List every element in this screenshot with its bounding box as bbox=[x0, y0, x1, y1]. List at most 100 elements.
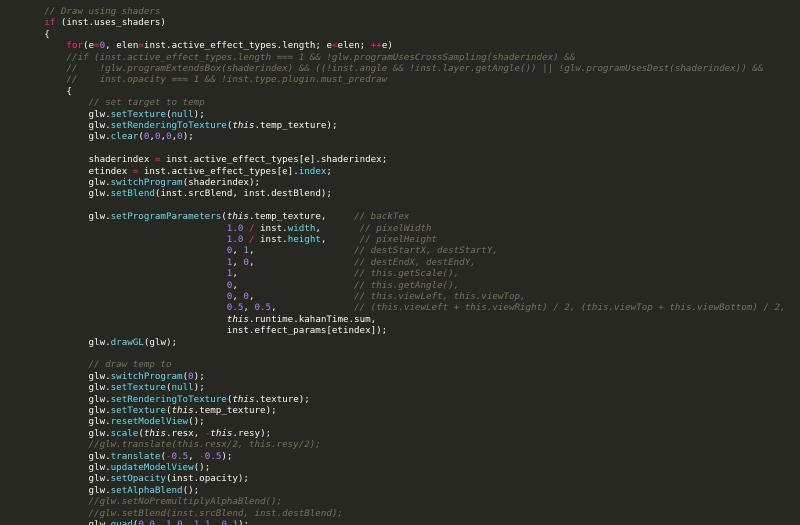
code-token: 1.0 bbox=[226, 234, 244, 245]
code-token: setBlend bbox=[110, 188, 155, 200]
code-line: 1.0 / inst.width, // pixelWidth bbox=[0, 223, 432, 234]
code-token: // this.viewLeft, this.viewTop, bbox=[354, 291, 526, 302]
code-token: glw. bbox=[0, 120, 111, 131]
code-token: glw. bbox=[0, 473, 111, 485]
code-token: (inst.srcBlend, inst.destBlend); bbox=[154, 188, 332, 200]
code-line: glw.setTexture(null); bbox=[0, 382, 205, 393]
code-token: ); bbox=[238, 519, 250, 525]
code-token: glw. bbox=[0, 131, 111, 143]
code-token: elen; bbox=[337, 40, 371, 52]
code-token: (shaderindex); bbox=[182, 177, 261, 188]
code-token: glw. bbox=[0, 108, 111, 120]
code-line: 0, // this.getAngle(), bbox=[0, 280, 459, 291]
code-token: (); bbox=[182, 484, 200, 496]
code-line: glw.updateModelView(); bbox=[0, 462, 211, 473]
code-token: glw. bbox=[0, 393, 111, 405]
code-token: ; bbox=[326, 165, 332, 177]
code-token: (); bbox=[188, 416, 205, 428]
code-token: ); bbox=[193, 382, 205, 394]
code-token: 0.5 bbox=[171, 450, 189, 462]
code-token: this bbox=[232, 120, 255, 131]
code-token: scale bbox=[110, 427, 139, 439]
code-token: inst.active_effect_types.length; e bbox=[143, 40, 332, 52]
code-token: glw. bbox=[0, 188, 111, 200]
code-line: { bbox=[0, 86, 72, 97]
code-token: switchProgram bbox=[110, 177, 183, 188]
code-token: , bbox=[248, 245, 355, 257]
code-line: glw.setOpacity(inst.opacity); bbox=[0, 473, 249, 484]
code-token: glw. bbox=[0, 462, 111, 473]
code-token: glw. bbox=[0, 484, 111, 496]
code-token: index bbox=[298, 165, 327, 177]
code-token: setTexture bbox=[110, 108, 166, 120]
code-token: setRenderingToTexture bbox=[110, 393, 227, 405]
code-token: setRenderingToTexture bbox=[110, 120, 227, 131]
code-token: width bbox=[287, 222, 316, 234]
code-token: setAlphaBlend bbox=[110, 484, 183, 496]
code-token: .texture); bbox=[254, 393, 310, 405]
code-line: 0, 1, // destStartX, destStartY, bbox=[0, 245, 498, 256]
code-token: // !glw.programExtendsBox(shaderindex) &… bbox=[0, 63, 764, 74]
code-line: shaderindex = inst.active_effect_types[e… bbox=[0, 154, 388, 165]
code-token: setOpacity bbox=[110, 473, 166, 485]
code-token: this bbox=[210, 427, 233, 439]
code-line: glw.setProgramParameters(this.temp_textu… bbox=[0, 211, 410, 223]
code-token: // draw temp to bbox=[0, 359, 172, 371]
code-token: .runtime.kahanTime.sum, bbox=[248, 313, 377, 325]
code-line: glw.drawGL(glw); bbox=[0, 337, 178, 348]
code-line: // draw temp to bbox=[0, 359, 172, 371]
code-token: // backTex bbox=[354, 211, 410, 223]
code-token: // pixelWidth bbox=[359, 222, 432, 234]
code-token: , bbox=[271, 302, 355, 314]
code-line: //glw.setBlend(inst.srcBlend, inst.destB… bbox=[0, 508, 343, 519]
code-token: e) bbox=[381, 40, 393, 52]
code-token: ); bbox=[193, 370, 205, 382]
code-token: glw. bbox=[0, 211, 111, 223]
code-token: inst.active_effect_types[e]. bbox=[138, 165, 299, 177]
code-line: 0, 0, // this.viewLeft, this.viewTop, bbox=[0, 291, 526, 302]
code-token: , bbox=[154, 519, 167, 525]
code-token: // destStartX, destStartY, bbox=[354, 245, 498, 257]
code-token: .temp_texture, bbox=[248, 211, 355, 223]
code-token: resetModelView bbox=[110, 416, 189, 428]
code-token: //glw.setNoPremultiplyAlphaBlend(); bbox=[0, 496, 283, 508]
code-line: 1, // this.getScale(), bbox=[0, 268, 459, 279]
code-token: //glw.setBlend(inst.srcBlend, inst.destB… bbox=[0, 507, 343, 519]
code-token: inst. bbox=[260, 234, 288, 245]
code-line: //if (inst.active_effect_types.length ==… bbox=[0, 52, 575, 63]
code-token: 0.5 bbox=[204, 450, 222, 462]
code-line: for(e=0, elen=inst.active_effect_types.l… bbox=[0, 40, 393, 51]
code-token: setTexture bbox=[110, 382, 166, 394]
code-token: 0.5 bbox=[226, 302, 244, 314]
code-token: , bbox=[320, 234, 360, 245]
code-token: setProgramParameters bbox=[110, 211, 222, 223]
code-line: //glw.translate(this.resx/2, this.resy/2… bbox=[0, 439, 321, 450]
code-token: , bbox=[232, 279, 355, 291]
code-token: null bbox=[171, 108, 194, 120]
code-token: quad bbox=[110, 519, 133, 525]
code-line: { bbox=[0, 29, 50, 40]
code-line: glw.setTexture(null); bbox=[0, 109, 205, 120]
code-token: height bbox=[287, 234, 321, 245]
code-token: .resy); bbox=[232, 427, 272, 439]
code-token: , bbox=[243, 302, 255, 314]
code-token: ); bbox=[182, 131, 194, 143]
code-token: //if (inst.active_effect_types.length ==… bbox=[0, 51, 576, 63]
code-line: if (inst.uses_shaders) bbox=[0, 17, 166, 28]
code-editor[interactable]: // Draw using shaders if (inst.uses_shad… bbox=[0, 0, 800, 525]
code-token: glw. bbox=[0, 382, 111, 394]
code-token: , bbox=[248, 256, 355, 268]
code-token: / bbox=[243, 234, 261, 245]
code-token: ); bbox=[221, 450, 233, 462]
code-token: ++ bbox=[370, 40, 382, 52]
code-token: setTexture bbox=[110, 405, 166, 416]
code-token: this bbox=[171, 405, 194, 416]
code-line: // inst.opacity === 1 && !inst.type.plug… bbox=[0, 74, 387, 85]
code-token: // (this.viewLeft + this.viewRight) / 2,… bbox=[354, 302, 786, 314]
code-token: , bbox=[248, 291, 355, 302]
code-token: this bbox=[226, 313, 249, 325]
